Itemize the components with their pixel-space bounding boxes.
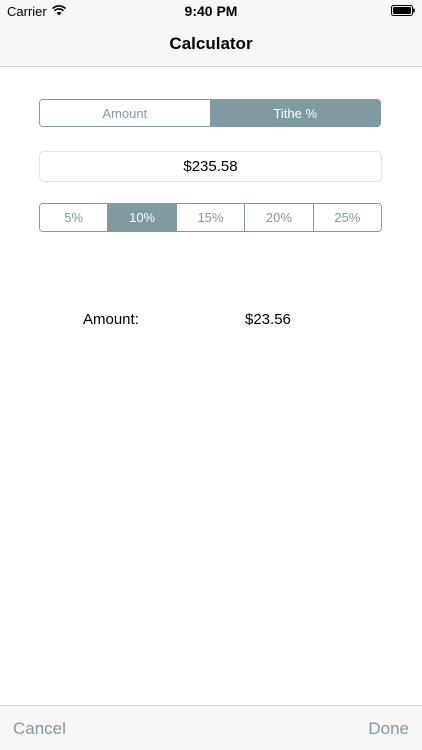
percent-segment-15[interactable]: 15%	[175, 204, 245, 231]
done-button[interactable]: Done	[368, 719, 409, 739]
mode-segment-tithe-percent[interactable]: Tithe %	[209, 100, 380, 126]
calculator-screen: Carrier 9:40 PM Calculator Amount Tithe …	[0, 0, 422, 750]
result-value: $23.56	[245, 311, 291, 328]
percent-segment-20[interactable]: 20%	[244, 204, 313, 231]
mode-segment-amount[interactable]: Amount	[40, 100, 210, 126]
status-bar: Carrier 9:40 PM	[0, 0, 422, 22]
percent-segment-10[interactable]: 10%	[107, 204, 176, 231]
percentage-segmented-control: 5% 10% 15% 20% 25%	[39, 203, 382, 232]
battery-icon	[391, 5, 415, 16]
result-label: Amount:	[83, 311, 139, 328]
mode-segmented-control: Amount Tithe %	[39, 99, 381, 127]
page-title: Calculator	[169, 34, 253, 53]
bottom-toolbar: Cancel Done	[0, 705, 422, 750]
percent-segment-25[interactable]: 25%	[312, 204, 381, 231]
clock: 9:40 PM	[184, 3, 238, 19]
cancel-button[interactable]: Cancel	[13, 719, 66, 739]
percent-segment-5[interactable]: 5%	[40, 204, 108, 231]
top-bar: Carrier 9:40 PM Calculator	[0, 0, 422, 67]
amount-input[interactable]: $235.58	[39, 151, 382, 182]
